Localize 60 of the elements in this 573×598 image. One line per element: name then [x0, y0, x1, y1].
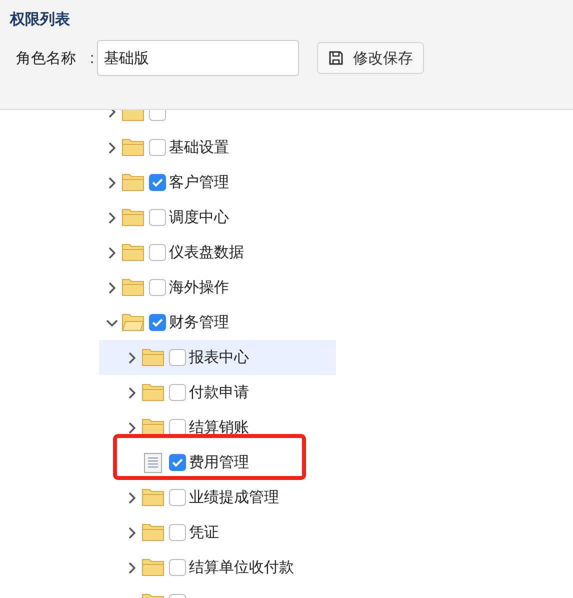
- tree-item[interactable]: 客户管理: [99, 165, 336, 200]
- checkbox[interactable]: [168, 454, 186, 471]
- save-icon: [328, 50, 344, 66]
- checkbox[interactable]: [148, 244, 166, 261]
- chevron-right-icon[interactable]: [126, 386, 138, 398]
- folder-icon: [142, 524, 164, 541]
- tree-item[interactable]: 海外操作: [99, 270, 336, 305]
- tree-item[interactable]: 付款申请: [99, 375, 336, 410]
- checkbox[interactable]: [168, 489, 186, 506]
- checkbox[interactable]: [168, 349, 186, 366]
- tree-item[interactable]: 业绩提成管理: [99, 480, 336, 515]
- tree-item[interactable]: 费用管理: [99, 445, 336, 480]
- chevron-right-icon[interactable]: [126, 492, 138, 504]
- folder-icon: [122, 244, 144, 261]
- chevron-right-icon[interactable]: [106, 176, 118, 188]
- checkbox[interactable]: [148, 174, 166, 191]
- colon: :: [90, 50, 94, 66]
- tree-item[interactable]: 报表中心: [99, 340, 336, 375]
- chevron-right-icon[interactable]: [126, 526, 138, 538]
- folder-icon: [142, 594, 164, 598]
- tree-item[interactable]: 凭证: [99, 515, 336, 550]
- folder-icon: [142, 489, 164, 506]
- panel-title: 权限列表: [10, 10, 70, 30]
- checkbox[interactable]: [168, 419, 186, 436]
- input-field[interactable]: 基础版: [97, 40, 300, 76]
- chevron-right-icon[interactable]: [106, 212, 118, 224]
- checkbox[interactable]: [148, 139, 166, 156]
- save-button[interactable]: 修改保存: [317, 42, 424, 74]
- folder-icon: [142, 384, 164, 401]
- chevron-right-icon[interactable]: [106, 142, 118, 154]
- chevron-right-icon[interactable]: [126, 352, 138, 364]
- checkbox[interactable]: [168, 524, 186, 541]
- folder-icon: [122, 314, 144, 331]
- folder-icon: [122, 209, 144, 226]
- checkbox[interactable]: [168, 594, 186, 598]
- tree-item[interactable]: 结算单位收付款: [99, 550, 336, 585]
- checkbox[interactable]: [148, 314, 166, 331]
- chevron-right-icon[interactable]: [126, 422, 138, 434]
- tree-item[interactable]: 结算销账: [99, 410, 336, 445]
- chevron-right-icon[interactable]: [106, 282, 118, 294]
- chevron-right-icon[interactable]: [126, 562, 138, 574]
- checkbox[interactable]: [168, 559, 186, 576]
- tree-item[interactable]: 财务管理: [99, 305, 336, 340]
- chevron-right-icon[interactable]: [106, 246, 118, 258]
- tree-item[interactable]: 仪表盘数据: [99, 235, 336, 270]
- folder-icon: [142, 419, 164, 436]
- folder-icon: [142, 349, 164, 366]
- folder-icon: [122, 139, 144, 156]
- checkbox[interactable]: [148, 209, 166, 226]
- checkbox[interactable]: [168, 384, 186, 401]
- checkbox[interactable]: [148, 279, 166, 296]
- tree-item[interactable]: 调度中心: [99, 200, 336, 235]
- document-icon: [144, 452, 162, 472]
- folder-icon: [142, 559, 164, 576]
- checkbox[interactable]: [148, 110, 166, 121]
- folder-icon: [122, 279, 144, 296]
- tree-item[interactable]: 基础设置: [99, 130, 336, 165]
- field-label: 角色名称: [16, 48, 76, 68]
- chevron-right-icon[interactable]: [106, 110, 118, 118]
- folder-icon: [122, 174, 144, 191]
